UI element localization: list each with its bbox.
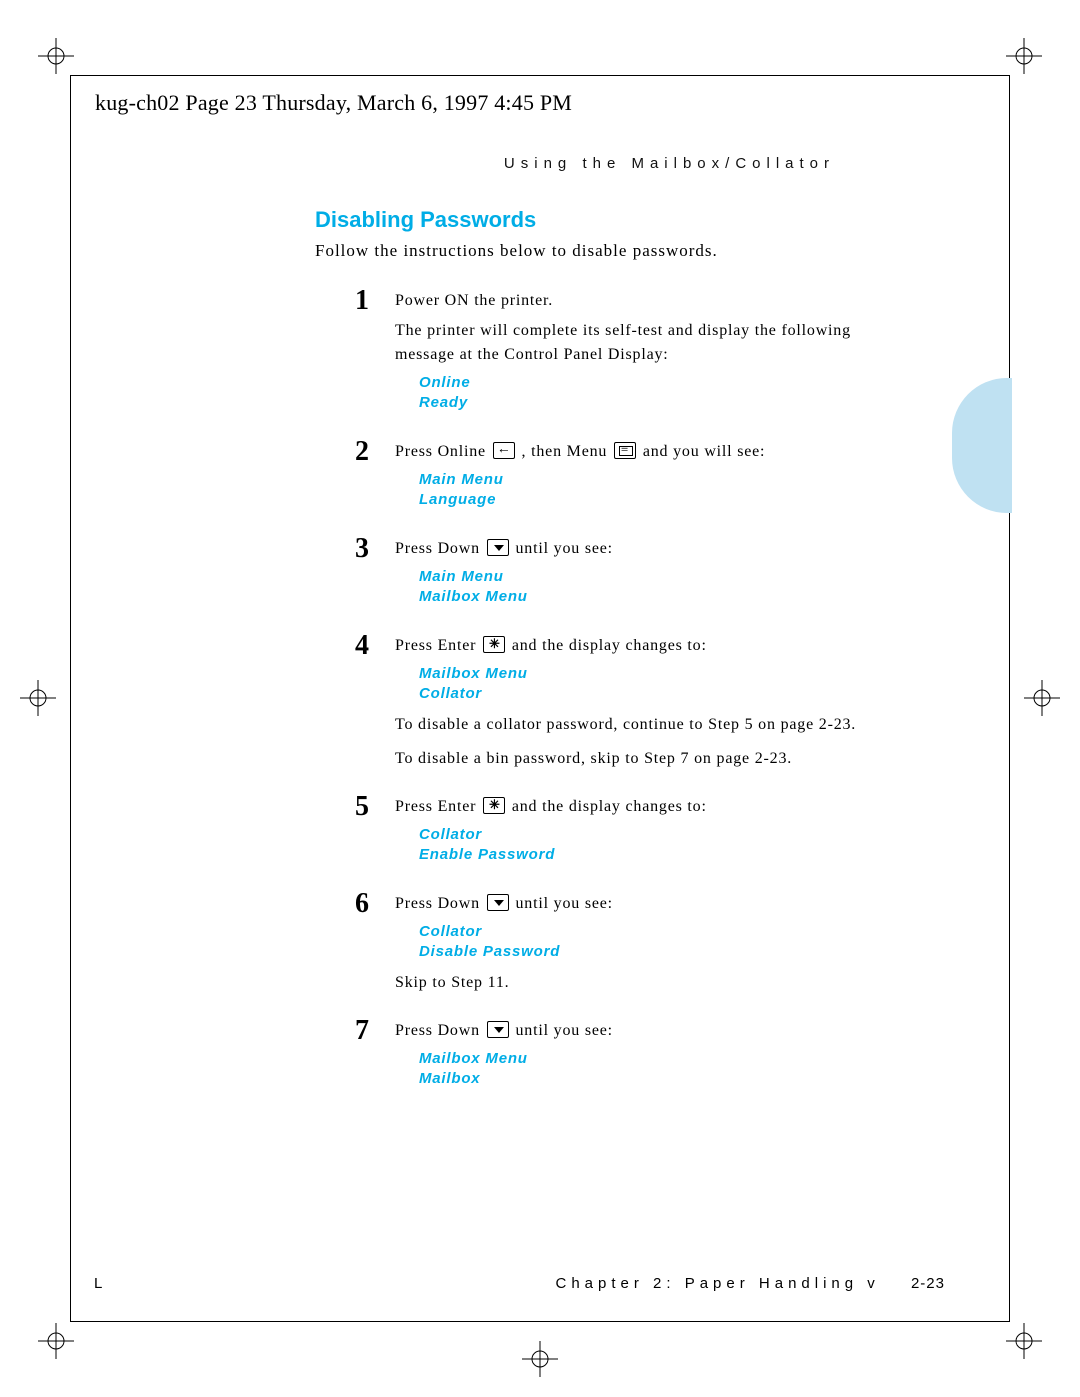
lcd-display: Collator Disable Password xyxy=(419,922,885,961)
step-3: 3 Press Down until you see: Main Menu Ma… xyxy=(355,537,885,616)
footer-arrow-icon: v xyxy=(867,1275,880,1292)
crop-mark-icon xyxy=(1024,680,1060,716)
lcd-display: Online Ready xyxy=(419,373,885,412)
menu-button-icon xyxy=(614,442,636,459)
chapter-label: Chapter 2: Paper Handling xyxy=(556,1275,859,1292)
down-button-icon xyxy=(487,894,509,911)
lcd-display: Mailbox Menu Collator xyxy=(419,664,885,703)
crop-mark-icon xyxy=(38,1323,74,1359)
step-number: 1 xyxy=(355,287,395,422)
step-text: Press Online , then Menu and you will se… xyxy=(395,440,885,464)
step-2: 2 Press Online , then Menu and you will … xyxy=(355,440,885,519)
step-note: To disable a bin password, skip to Step … xyxy=(395,747,885,771)
page-footer: Chapter 2: Paper Handling v 2-23 xyxy=(556,1275,946,1292)
step-text: Press Enter and the display changes to: xyxy=(395,634,885,658)
step-text: The printer will complete its self-test … xyxy=(395,319,885,367)
lcd-display: Main Menu Language xyxy=(419,470,885,509)
page-content: Using the Mailbox/Collator Disabling Pas… xyxy=(95,155,895,1116)
crop-mark-icon xyxy=(1006,1323,1042,1359)
step-5: 5 Press Enter and the display changes to… xyxy=(355,795,885,874)
step-note: Skip to Step 11. xyxy=(395,971,885,995)
step-7: 7 Press Down until you see: Mailbox Menu… xyxy=(355,1019,885,1098)
step-4: 4 Press Enter and the display changes to… xyxy=(355,634,885,777)
step-note: To disable a collator password, continue… xyxy=(395,713,885,737)
step-text: Press Down until you see: xyxy=(395,537,885,561)
crop-mark-icon xyxy=(522,1341,558,1377)
step-text: Press Down until you see: xyxy=(395,1019,885,1043)
crop-mark-icon xyxy=(20,680,56,716)
corner-mark: L xyxy=(94,1275,102,1292)
running-head: Using the Mailbox/Collator xyxy=(95,155,835,172)
online-button-icon xyxy=(493,442,515,459)
step-number: 3 xyxy=(355,535,395,616)
section-title: Disabling Passwords xyxy=(315,207,895,233)
step-number: 2 xyxy=(355,438,395,519)
lcd-display: Main Menu Mailbox Menu xyxy=(419,567,885,606)
step-number: 5 xyxy=(355,793,395,874)
step-text: Press Enter and the display changes to: xyxy=(395,795,885,819)
step-text: Power ON the printer. xyxy=(395,289,885,313)
file-stamp: kug-ch02 Page 23 Thursday, March 6, 1997… xyxy=(95,90,572,116)
steps-list: 1 Power ON the printer. The printer will… xyxy=(355,289,885,1098)
down-button-icon xyxy=(487,1021,509,1038)
page-number: 2-23 xyxy=(911,1275,945,1292)
lcd-display: Collator Enable Password xyxy=(419,825,885,864)
enter-button-icon xyxy=(483,797,505,814)
step-number: 4 xyxy=(355,632,395,777)
crop-mark-icon xyxy=(1006,38,1042,74)
step-text: Press Down until you see: xyxy=(395,892,885,916)
step-6: 6 Press Down until you see: Collator Dis… xyxy=(355,892,885,1001)
step-number: 6 xyxy=(355,890,395,1001)
enter-button-icon xyxy=(483,636,505,653)
crop-mark-icon xyxy=(38,38,74,74)
step-number: 7 xyxy=(355,1017,395,1098)
intro-text: Follow the instructions below to disable… xyxy=(315,241,895,261)
down-button-icon xyxy=(487,539,509,556)
lcd-display: Mailbox Menu Mailbox xyxy=(419,1049,885,1088)
step-1: 1 Power ON the printer. The printer will… xyxy=(355,289,885,422)
